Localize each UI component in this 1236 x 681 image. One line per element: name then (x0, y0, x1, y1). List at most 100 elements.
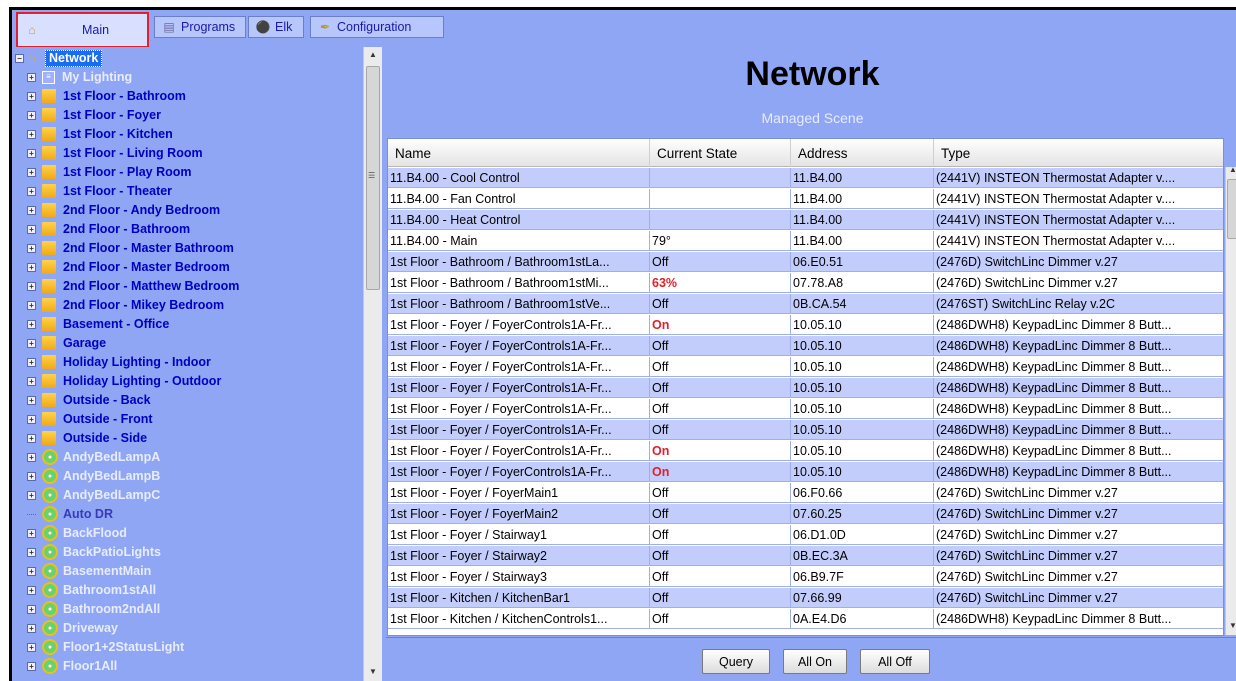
tab-main[interactable]: ⌂ Main (16, 12, 149, 48)
expand-icon[interactable]: + (27, 604, 36, 614)
expand-icon[interactable]: + (27, 433, 36, 443)
expand-icon[interactable]: + (27, 262, 36, 272)
tree-item[interactable]: + Holiday Lighting - Outdoor (12, 372, 221, 390)
tree-item[interactable]: + ● Bathroom2ndAll (12, 600, 160, 618)
tree-item[interactable]: + ● Bathroom1stAll (12, 581, 156, 599)
tree-item[interactable]: + ● Driveway (12, 619, 118, 637)
expand-icon[interactable]: + (27, 91, 36, 101)
tree-root-network[interactable]: − ⌂ Network (12, 49, 103, 67)
expand-icon[interactable]: + (27, 661, 36, 671)
table-row[interactable]: 1st Floor - Foyer / FoyerControls1A-Fr..… (388, 315, 1223, 335)
tree-item[interactable]: +2nd Floor - Bathroom (12, 220, 190, 238)
tree-item[interactable]: + Garage (12, 334, 106, 352)
table-row[interactable]: 1st Floor - Foyer / FoyerMain1 Off 06.F0.6… (388, 483, 1223, 503)
tree-item[interactable]: ● Auto DR (12, 505, 113, 523)
table-row[interactable]: 1st Floor - Foyer / FoyerControls1A-Fr..… (388, 462, 1223, 482)
expand-icon[interactable]: + (27, 585, 36, 595)
expand-icon[interactable]: + (27, 167, 36, 177)
tree-item[interactable]: +2nd Floor - Master Bathroom (12, 239, 234, 257)
expand-icon[interactable]: + (27, 471, 36, 481)
tree-item[interactable]: + ≡ My Lighting (12, 68, 132, 86)
table-row[interactable]: 1st Floor - Bathroom / Bathroom1stMi... 6… (388, 273, 1223, 293)
table-row[interactable]: 1st Floor - Foyer / FoyerControls1A-Fr..… (388, 357, 1223, 377)
table-row[interactable]: 1st Floor - Bathroom / Bathroom1stVe... O… (388, 294, 1223, 314)
table-row[interactable]: 1st Floor - Foyer / FoyerControls1A-Fr..… (388, 420, 1223, 440)
table-row[interactable]: 11.B4.00 - Cool Control 11.B4.00 (2441V) I… (388, 168, 1223, 188)
expand-icon[interactable]: + (27, 357, 36, 367)
tree-item[interactable]: + ● Floor1All (12, 657, 117, 675)
expand-icon[interactable]: + (27, 623, 36, 633)
tree-item[interactable]: + ● AndyBedLampB (12, 467, 160, 485)
table-row[interactable]: 1st Floor - Kitchen / KitchenBar1 Off 07.6… (388, 588, 1223, 608)
expand-icon[interactable]: + (27, 129, 36, 139)
table-row[interactable]: 1st Floor - Foyer / FoyerControls1A-Fr..… (388, 399, 1223, 419)
expand-icon[interactable]: + (27, 300, 36, 310)
tree-item[interactable]: + Outside - Back (12, 391, 151, 409)
table-row[interactable]: 1st Floor - Foyer / FoyerControls1A-Fr..… (388, 378, 1223, 398)
column-header-address[interactable]: Address (791, 139, 934, 167)
tree-item[interactable]: + Holiday Lighting - Indoor (12, 353, 211, 371)
tree-item[interactable]: +1st Floor - Theater (12, 182, 172, 200)
expand-icon[interactable]: + (27, 281, 36, 291)
tab-configuration[interactable]: ✒ Configuration (310, 16, 444, 38)
scroll-down-icon[interactable]: ▼ (369, 667, 377, 676)
expand-icon[interactable]: + (27, 490, 36, 500)
tree-item[interactable]: + ● Floor1+2StatusLight (12, 638, 184, 656)
expand-icon[interactable]: + (27, 205, 36, 215)
expand-icon[interactable]: + (27, 319, 36, 329)
tree-item[interactable]: + ● BackPatioLights (12, 543, 161, 561)
table-row[interactable]: 1st Floor - Foyer / FoyerControls1A-Fr..… (388, 336, 1223, 356)
expand-icon[interactable]: + (27, 110, 36, 120)
table-row[interactable]: 1st Floor - Foyer / FoyerControls1A-Fr..… (388, 441, 1223, 461)
column-header-type[interactable]: Type (934, 139, 1223, 167)
tree-item[interactable]: + ● BackFlood (12, 524, 127, 542)
all-on-button[interactable]: All On (783, 649, 847, 674)
all-off-button[interactable]: All Off (860, 649, 930, 674)
query-button[interactable]: Query (702, 649, 770, 674)
expand-icon[interactable]: + (27, 338, 36, 348)
expand-icon[interactable]: + (27, 452, 36, 462)
tree-item[interactable]: +1st Floor - Foyer (12, 106, 161, 124)
tree-item[interactable]: + Basement - Office (12, 315, 169, 333)
tree-item[interactable]: +2nd Floor - Matthew Bedroom (12, 277, 239, 295)
tree-item[interactable]: + ● AndyBedLampA (12, 448, 160, 466)
tree-item[interactable]: +1st Floor - Play Room (12, 163, 192, 181)
table-row[interactable]: 11.B4.00 - Fan Control 11.B4.00 (2441V) IN… (388, 189, 1223, 209)
table-scroll-up-icon[interactable]: ▲ (1229, 165, 1236, 174)
table-row[interactable]: 11.B4.00 - Heat Control 11.B4.00 (2441V) I… (388, 210, 1223, 230)
table-row[interactable]: 1st Floor - Foyer / Stairway3 Off 06.B9.7F… (388, 567, 1223, 587)
expand-icon[interactable]: + (27, 414, 36, 424)
expand-icon[interactable]: + (27, 72, 36, 82)
tree-item[interactable]: + ● BasementMain (12, 562, 151, 580)
tree-item[interactable]: +1st Floor - Bathroom (12, 87, 186, 105)
tab-programs[interactable]: ▤ Programs (154, 16, 246, 38)
table-row[interactable]: 1st Floor - Foyer / Stairway1 Off 06.D1.0D… (388, 525, 1223, 545)
tree-item[interactable]: +2nd Floor - Andy Bedroom (12, 201, 220, 219)
tab-elk[interactable]: ⚫ Elk (248, 16, 304, 38)
table-row[interactable]: 11.B4.00 - Main 79° 11.B4.00 (2441V) INSTEO… (388, 231, 1223, 251)
column-header-current-state[interactable]: Current State (650, 139, 791, 167)
expand-icon[interactable]: + (27, 642, 36, 652)
expand-icon[interactable]: + (27, 395, 36, 405)
tree-item[interactable]: +1st Floor - Kitchen (12, 125, 173, 143)
expand-icon[interactable]: + (27, 148, 36, 158)
tree-item[interactable]: + Outside - Side (12, 429, 147, 447)
table-scroll-down-icon[interactable]: ▼ (1229, 621, 1236, 630)
column-header-name[interactable]: Name (388, 139, 650, 167)
tree-item[interactable]: + ● AndyBedLampC (12, 486, 160, 504)
expand-icon[interactable]: + (27, 243, 36, 253)
tree-item[interactable]: +2nd Floor - Mikey Bedroom (12, 296, 224, 314)
collapse-icon[interactable]: − (15, 53, 24, 63)
scroll-up-icon[interactable]: ▲ (369, 50, 377, 59)
table-row[interactable]: 1st Floor - Bathroom / Bathroom1stLa... O… (388, 252, 1223, 272)
tree-item[interactable]: +1st Floor - Living Room (12, 144, 203, 162)
expand-icon[interactable]: + (27, 528, 36, 538)
tree-item[interactable]: +2nd Floor - Master Bedroom (12, 258, 230, 276)
expand-icon[interactable]: + (27, 566, 36, 576)
tree-scrollbar[interactable]: ▲ ☰ ▼ (363, 47, 382, 681)
expand-icon[interactable]: + (27, 224, 36, 234)
expand-icon[interactable]: + (27, 376, 36, 386)
expand-icon[interactable]: + (27, 186, 36, 196)
table-row[interactable]: 1st Floor - Foyer / Stairway2 Off 0B.EC.3A… (388, 546, 1223, 566)
tree-item[interactable]: + Outside - Front (12, 410, 153, 428)
